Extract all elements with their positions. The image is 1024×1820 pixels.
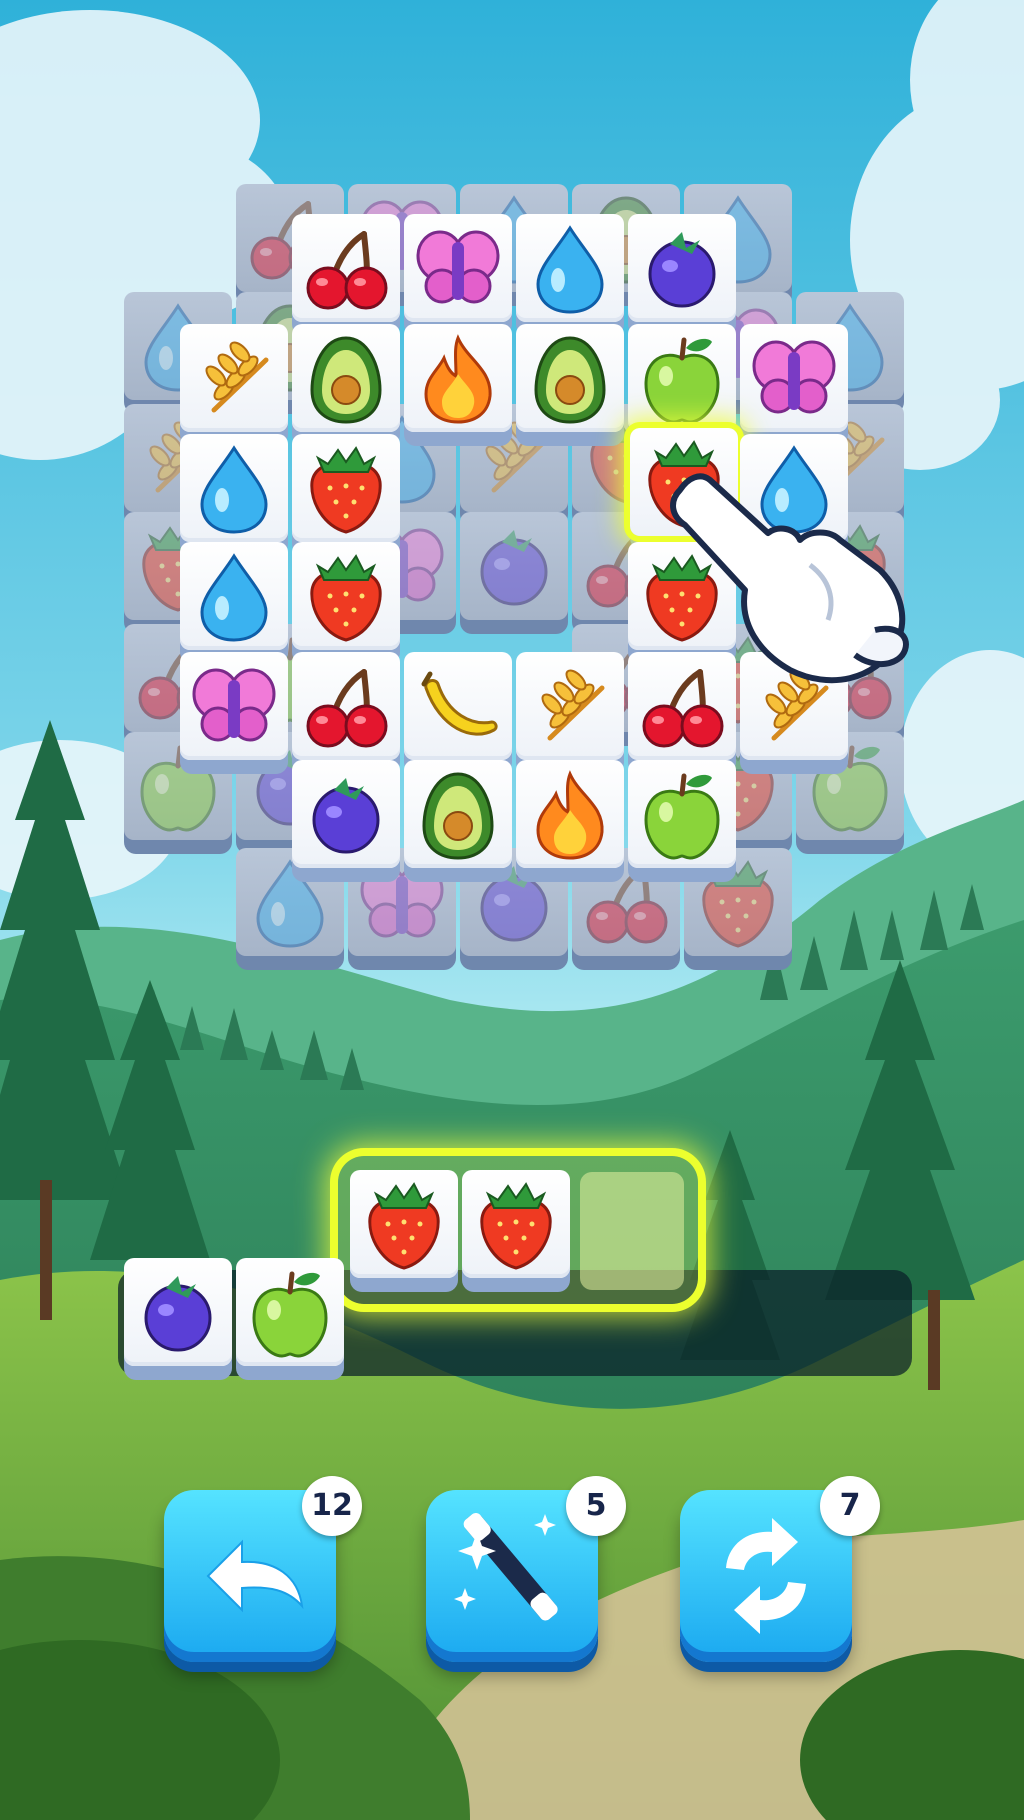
board-tile[interactable] [516, 652, 624, 774]
strawberry-icon [310, 554, 382, 642]
strawberry-icon [310, 446, 382, 534]
banana-icon [421, 671, 498, 736]
pointing-hand-icon [670, 473, 909, 684]
wheat-icon [541, 669, 605, 741]
board-tile[interactable] [516, 324, 624, 446]
undo-count-badge: 12 [302, 1476, 362, 1536]
blueberry-icon [648, 232, 716, 308]
shuffle-count-badge: 7 [820, 1476, 880, 1536]
incoming-tray-tile[interactable] [462, 1170, 570, 1292]
undo-arrow-icon [206, 1539, 304, 1613]
board-tile[interactable] [628, 214, 736, 336]
blueberry-icon [312, 778, 380, 854]
blueberry-icon [144, 1276, 212, 1352]
board-tile[interactable] [292, 760, 400, 882]
board-tile[interactable] [180, 542, 288, 664]
wheat-icon [205, 341, 269, 413]
apple-icon [252, 1271, 328, 1358]
magic-wand-count-badge: 5 [566, 1476, 626, 1536]
avocado-icon [534, 336, 606, 424]
board-tile[interactable] [292, 214, 400, 336]
butterfly-icon [192, 668, 276, 742]
tray-tile[interactable] [236, 1258, 344, 1380]
board-tile[interactable] [292, 652, 400, 774]
water-drop-icon [536, 225, 604, 314]
board-tile[interactable] [404, 324, 512, 446]
tray-tile[interactable] [124, 1258, 232, 1380]
apple-icon [644, 337, 720, 424]
apple-icon [644, 773, 720, 860]
board-tile[interactable] [180, 652, 288, 774]
strawberry-icon [368, 1182, 440, 1270]
incoming-tray-tile[interactable] [350, 1170, 458, 1292]
water-drop-icon [200, 445, 268, 534]
board-tile[interactable] [516, 760, 624, 882]
butterfly-icon [752, 340, 836, 414]
board-tile[interactable] [628, 760, 736, 882]
board-tile[interactable] [180, 434, 288, 556]
board-tile[interactable] [404, 214, 512, 336]
board-tile[interactable] [292, 324, 400, 446]
board-tile[interactable] [292, 434, 400, 556]
water-drop-icon [200, 553, 268, 642]
flame-icon [536, 770, 604, 860]
board-tile[interactable] [740, 324, 848, 446]
board-tile[interactable] [404, 760, 512, 882]
blueberry-icon [480, 530, 548, 606]
flame-icon [424, 334, 492, 424]
strawberry-icon [480, 1182, 552, 1270]
incoming-empty-slot [580, 1172, 684, 1290]
avocado-icon [310, 336, 382, 424]
board-tile[interactable] [292, 542, 400, 664]
cherry-icon [306, 231, 388, 310]
shuffle-icon [726, 1518, 806, 1634]
avocado-icon [422, 772, 494, 860]
board-tile-back [460, 512, 568, 634]
board-tile[interactable] [404, 652, 512, 774]
magic-wand-icon [454, 1512, 558, 1621]
board-tile[interactable] [516, 214, 624, 336]
butterfly-icon [416, 230, 500, 304]
cherry-icon [306, 669, 388, 748]
board-tile[interactable] [180, 324, 288, 446]
